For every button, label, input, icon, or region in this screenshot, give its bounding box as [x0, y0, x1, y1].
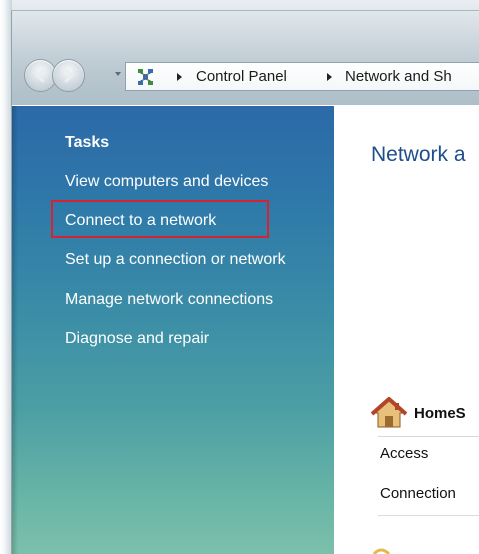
connection-label: Connection	[380, 485, 456, 502]
window-top-edge	[11, 10, 479, 11]
forward-arrow-icon	[64, 68, 74, 83]
divider	[378, 436, 479, 437]
address-bar[interactable]: Control Panel Network and Sh	[125, 62, 479, 91]
link-connect-to-network[interactable]: Connect to a network	[65, 212, 216, 230]
link-view-computers[interactable]: View computers and devices	[65, 173, 268, 191]
page-title: Network a	[371, 143, 466, 166]
breadcrumb-control-panel[interactable]: Control Panel	[196, 68, 287, 85]
forward-button[interactable]	[52, 59, 85, 92]
recent-pages-dropdown[interactable]	[114, 70, 122, 78]
tasks-pane-shadow	[12, 106, 18, 554]
access-label: Access	[380, 445, 429, 462]
network-icon	[372, 548, 391, 554]
network-center-icon	[138, 69, 153, 85]
back-arrow-icon	[35, 68, 45, 83]
network-name: HomeS	[414, 405, 466, 422]
home-icon	[371, 397, 407, 428]
breadcrumb-separator-icon[interactable]	[175, 72, 183, 82]
tasks-heading: Tasks	[65, 134, 110, 151]
breadcrumb-separator-icon[interactable]	[325, 72, 333, 82]
link-manage-connections[interactable]: Manage network connections	[65, 291, 273, 309]
breadcrumb-network-and-sharing[interactable]: Network and Sh	[345, 68, 452, 85]
link-diagnose-repair[interactable]: Diagnose and repair	[65, 330, 209, 348]
divider	[378, 515, 479, 516]
link-setup-connection[interactable]: Set up a connection or network	[65, 251, 286, 269]
